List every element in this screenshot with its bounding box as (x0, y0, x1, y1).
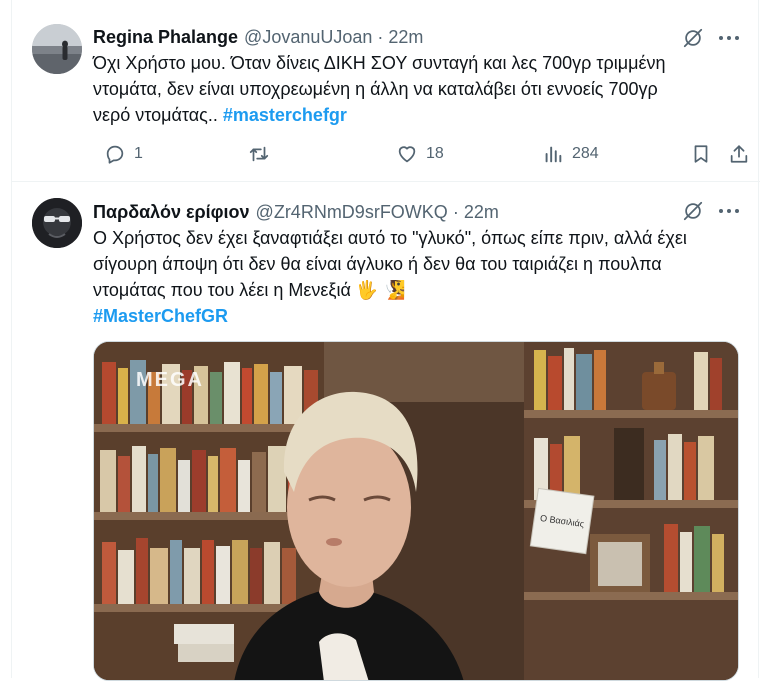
hashtag-link[interactable]: #masterchefgr (223, 105, 347, 125)
bookmark-icon (694, 145, 708, 163)
tweet-header: Regina Phalange @JovanuUJoan · 22m (93, 25, 423, 49)
tweet-text-line: σίγουρη άποψη ότι δεν θα είναι άγλυκο ή … (93, 254, 662, 274)
timestamp[interactable]: 22m (464, 202, 499, 223)
reply-icon (106, 145, 124, 164)
like-button[interactable]: 18 (396, 140, 444, 168)
tweet-actions: 1 18 284 (90, 140, 752, 168)
timeline: Regina Phalange @JovanuUJoan · 22m Όχι Χ… (11, 0, 760, 681)
tweet-text: Ο Χρήστος δεν έχει ξαναφτιάξει αυτό το "… (93, 225, 743, 329)
retweet-button[interactable] (248, 140, 270, 168)
share-button[interactable] (728, 140, 750, 168)
timestamp[interactable]: 22m (388, 27, 423, 48)
grok-icon[interactable] (682, 27, 704, 49)
tweet[interactable]: Παρδαλόν ερίφιον @Zr4RNmD9srFOWKQ · 22m … (12, 183, 760, 681)
tweet-text-line-last: νερό ντομάτας.. #masterchefgr (93, 102, 743, 128)
display-name[interactable]: Παρδαλόν ερίφιον (93, 202, 250, 223)
tweet-text: Όχι Χρήστο μου. Όταν δίνεις ΔΙΚΗ ΣΟΥ συν… (93, 50, 743, 128)
tweet-text-line: ντομάτα, δεν είναι υποχρεωμένη η άλλη να… (93, 79, 658, 99)
tweet-text-line: ντομάτας που του λέει η Μενεξιά 🖐 🧏 (93, 280, 406, 300)
hashtag-link[interactable]: #MasterChefGR (93, 303, 743, 329)
tweet-media[interactable]: Ο Βασιλιάς MEGA (93, 341, 739, 681)
views-icon (545, 146, 562, 163)
channel-logo: MEGA (136, 369, 204, 391)
user-handle[interactable]: @JovanuUJoan (244, 27, 372, 48)
share-icon (730, 145, 748, 163)
user-handle[interactable]: @Zr4RNmD9srFOWKQ (256, 202, 448, 223)
view-count: 284 (572, 145, 599, 162)
tweet-text-fragment: νερό ντομάτας.. (93, 105, 218, 125)
reply-button[interactable]: 1 (104, 140, 143, 168)
heart-icon (398, 146, 416, 163)
avatar[interactable] (32, 198, 82, 248)
bookmark-button[interactable] (690, 140, 712, 168)
tweet-text-line: Όχι Χρήστο μου. Όταν δίνεις ΔΙΚΗ ΣΟΥ συν… (93, 53, 666, 73)
tweet[interactable]: Regina Phalange @JovanuUJoan · 22m Όχι Χ… (12, 0, 760, 182)
avatar[interactable] (32, 24, 82, 74)
more-icon[interactable] (716, 27, 742, 49)
separator: · (377, 26, 384, 47)
tweet-text-line: Ο Χρήστος δεν έχει ξαναφτιάξει αυτό το "… (93, 228, 687, 248)
separator: · (452, 201, 459, 222)
display-name[interactable]: Regina Phalange (93, 27, 238, 48)
retweet-icon (249, 146, 269, 162)
media-frame: Ο Βασιλιάς MEGA (94, 342, 738, 680)
like-count: 18 (426, 145, 444, 162)
tweet-header: Παρδαλόν ερίφιον @Zr4RNmD9srFOWKQ · 22m (93, 200, 499, 224)
more-icon[interactable] (716, 200, 742, 222)
grok-icon[interactable] (682, 200, 704, 222)
reply-count: 1 (134, 145, 143, 162)
views-button[interactable]: 284 (542, 140, 599, 168)
